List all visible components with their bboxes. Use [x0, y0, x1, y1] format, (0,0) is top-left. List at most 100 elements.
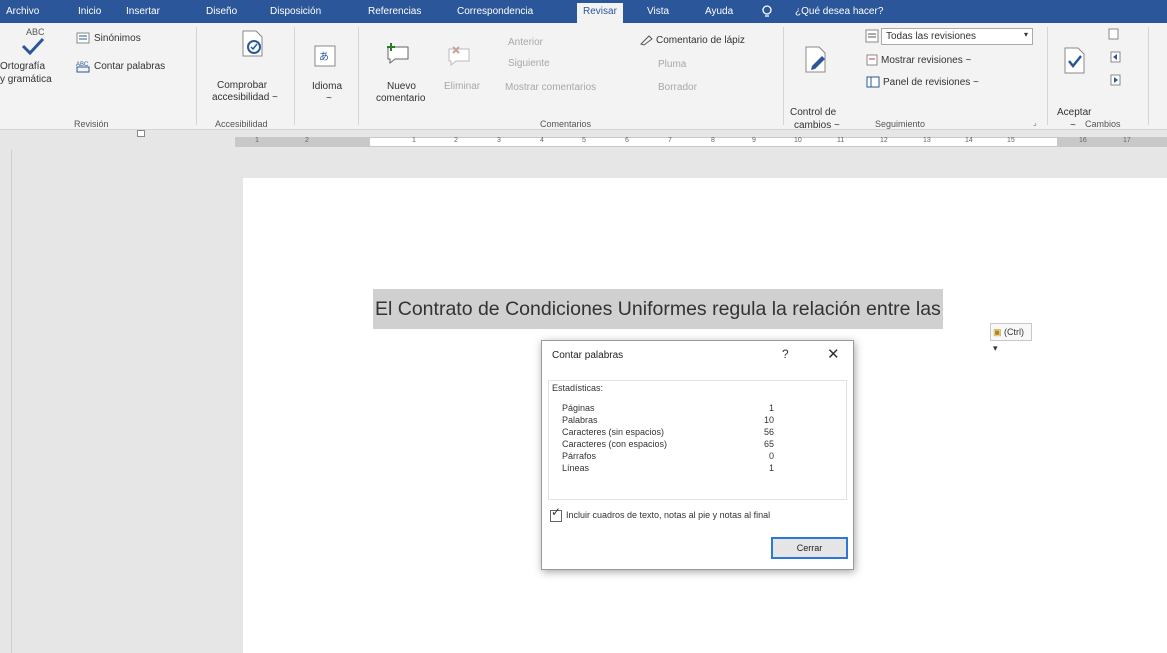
thesaurus-icon	[76, 32, 90, 44]
language-arrow[interactable]: ~	[326, 93, 332, 104]
chevron-down-icon: ▾	[1023, 30, 1028, 39]
ruler-mark: 6	[625, 137, 629, 144]
dialog-launcher-icon[interactable]: ⌟	[1033, 118, 1037, 127]
new-comment-icon	[387, 43, 409, 65]
next-comment-button[interactable]: Siguiente	[508, 58, 550, 69]
reject-icon[interactable]	[1108, 28, 1120, 40]
dialog-title: Contar palabras	[552, 350, 624, 361]
help-icon[interactable]: ?	[782, 347, 789, 361]
stat-label-pages: Páginas	[562, 403, 595, 413]
paste-options-button[interactable]: ▣ (Ctrl) ▾	[990, 323, 1032, 353]
stat-value-paragraphs: 0	[768, 451, 774, 461]
group-separator	[1148, 27, 1149, 125]
word-count-icon: ABC	[76, 62, 90, 73]
group-separator	[1047, 27, 1048, 125]
group-label-changes: Cambios	[1085, 119, 1121, 129]
eraser-button[interactable]: Borrador	[658, 82, 697, 93]
vertical-ruler[interactable]	[0, 150, 12, 653]
ruler-mark: 10	[794, 137, 802, 144]
show-markup-icon	[866, 54, 878, 66]
ruler-mark: 7	[668, 137, 672, 144]
selected-text[interactable]: El Contrato de Condiciones Uniformes reg…	[373, 289, 943, 329]
ruler-mark: 8	[711, 137, 715, 144]
ruler-right-margin	[1057, 138, 1167, 146]
spelling-button-line2[interactable]: y gramática	[0, 74, 52, 85]
lightbulb-icon	[762, 5, 772, 17]
accessibility-button-line2[interactable]: accesibilidad ~	[212, 92, 278, 103]
spelling-button[interactable]: Ortografía	[0, 61, 45, 72]
group-separator	[358, 27, 359, 125]
thesaurus-button[interactable]: Sinónimos	[94, 33, 141, 44]
delete-comment-icon	[448, 46, 470, 67]
ruler-mark: 5	[582, 137, 586, 144]
language-button[interactable]: Idioma	[312, 81, 342, 92]
tab-disposicion[interactable]: Disposición	[270, 4, 321, 23]
new-comment-button-line2[interactable]: comentario	[376, 93, 425, 104]
abc-label: ABC	[26, 27, 45, 37]
ruler-mark: 2	[454, 137, 458, 144]
ribbon-tab-bar: Archivo Inicio Insertar Diseño Disposici…	[0, 0, 1167, 23]
ruler-mark: 9	[752, 137, 756, 144]
tab-inicio[interactable]: Inicio	[78, 4, 101, 23]
group-label-comments: Comentarios	[540, 119, 592, 129]
group-label-tracking: Seguimiento	[875, 119, 926, 129]
show-comments-button[interactable]: Mostrar comentarios	[505, 82, 596, 93]
statistics-box: Estadísticas: Páginas 1 Palabras 10 Cara…	[548, 380, 847, 500]
ruler-mark: 14	[965, 137, 973, 144]
new-comment-button[interactable]: Nuevo	[387, 81, 416, 92]
stat-value-pages: 1	[768, 403, 774, 413]
group-separator	[294, 27, 295, 125]
pen-comment-icon	[640, 35, 653, 46]
checkmark-icon: ✓	[551, 505, 562, 519]
tab-correspondencia[interactable]: Correspondencia	[457, 4, 533, 23]
tab-diseno[interactable]: Diseño	[206, 4, 237, 23]
horizontal-ruler[interactable]: 1 2 1 2 3 4 5 6 7 8 9 10 11 12 13 14 15 …	[235, 137, 1167, 147]
pen-comment-button[interactable]: Comentario de lápiz	[656, 35, 745, 46]
tab-vista[interactable]: Vista	[647, 4, 669, 23]
ruler-mark: 15	[1007, 137, 1015, 144]
ribbon: ABC Ortografía y gramática Sinónimos ABC…	[0, 23, 1167, 131]
review-pane-icon	[866, 76, 880, 88]
ink-button[interactable]: Pluma	[658, 59, 686, 70]
tab-ayuda[interactable]: Ayuda	[705, 4, 733, 23]
track-changes-button[interactable]: Control de	[790, 107, 836, 118]
accept-button[interactable]: Aceptar	[1057, 107, 1091, 118]
previous-comment-button[interactable]: Anterior	[508, 37, 543, 48]
markup-display-icon	[865, 29, 879, 43]
ruler-mark: 1	[412, 137, 416, 144]
markup-dropdown[interactable]: Todas las revisiones ▾	[881, 28, 1033, 45]
word-count-dialog: Contar palabras ? ✕ Estadísticas: Página…	[541, 340, 854, 570]
ruler-mark: 12	[880, 137, 888, 144]
tab-archivo[interactable]: Archivo	[6, 4, 39, 23]
accessibility-check-icon	[242, 30, 263, 57]
ruler-mark: 17	[1123, 137, 1131, 144]
markup-dropdown-value: Todas las revisiones	[886, 31, 977, 42]
stat-value-chars-no-spaces: 56	[763, 427, 774, 437]
accessibility-button[interactable]: Comprobar	[217, 80, 267, 91]
include-textboxes-label[interactable]: Incluir cuadros de texto, notas al pie y…	[566, 510, 770, 520]
review-pane-button[interactable]: Panel de revisiones ~	[883, 77, 979, 88]
stat-label-chars-no-spaces: Caracteres (sin espacios)	[562, 427, 665, 437]
svg-text:あ: あ	[319, 51, 329, 63]
delete-comment-button[interactable]: Eliminar	[444, 81, 480, 92]
clipboard-icon: ▣	[993, 327, 1002, 337]
tab-referencias[interactable]: Referencias	[368, 4, 421, 23]
stat-label-lines: Líneas	[562, 463, 590, 473]
next-change-icon[interactable]	[1110, 74, 1122, 86]
previous-change-icon[interactable]	[1110, 51, 1122, 63]
tell-me-search[interactable]: ¿Qué desea hacer?	[795, 4, 883, 23]
tab-revisar[interactable]: Revisar	[577, 3, 623, 23]
word-count-button[interactable]: Contar palabras	[94, 61, 165, 72]
close-icon[interactable]: ✕	[827, 345, 840, 363]
stat-label-paragraphs: Párrafos	[562, 451, 597, 461]
indent-marker-icon[interactable]	[137, 130, 145, 137]
tab-insertar[interactable]: Insertar	[126, 4, 160, 23]
close-button[interactable]: Cerrar	[771, 537, 848, 559]
group-label-accessibility: Accesibilidad	[215, 119, 268, 129]
statistics-label: Estadísticas:	[552, 383, 604, 393]
spelling-check-icon	[21, 37, 45, 55]
show-markup-button[interactable]: Mostrar revisiones ~	[881, 55, 971, 66]
ruler-mark: 16	[1079, 137, 1087, 144]
ruler-mark: 2	[305, 137, 309, 144]
group-label-revision: Revisión	[74, 119, 109, 129]
